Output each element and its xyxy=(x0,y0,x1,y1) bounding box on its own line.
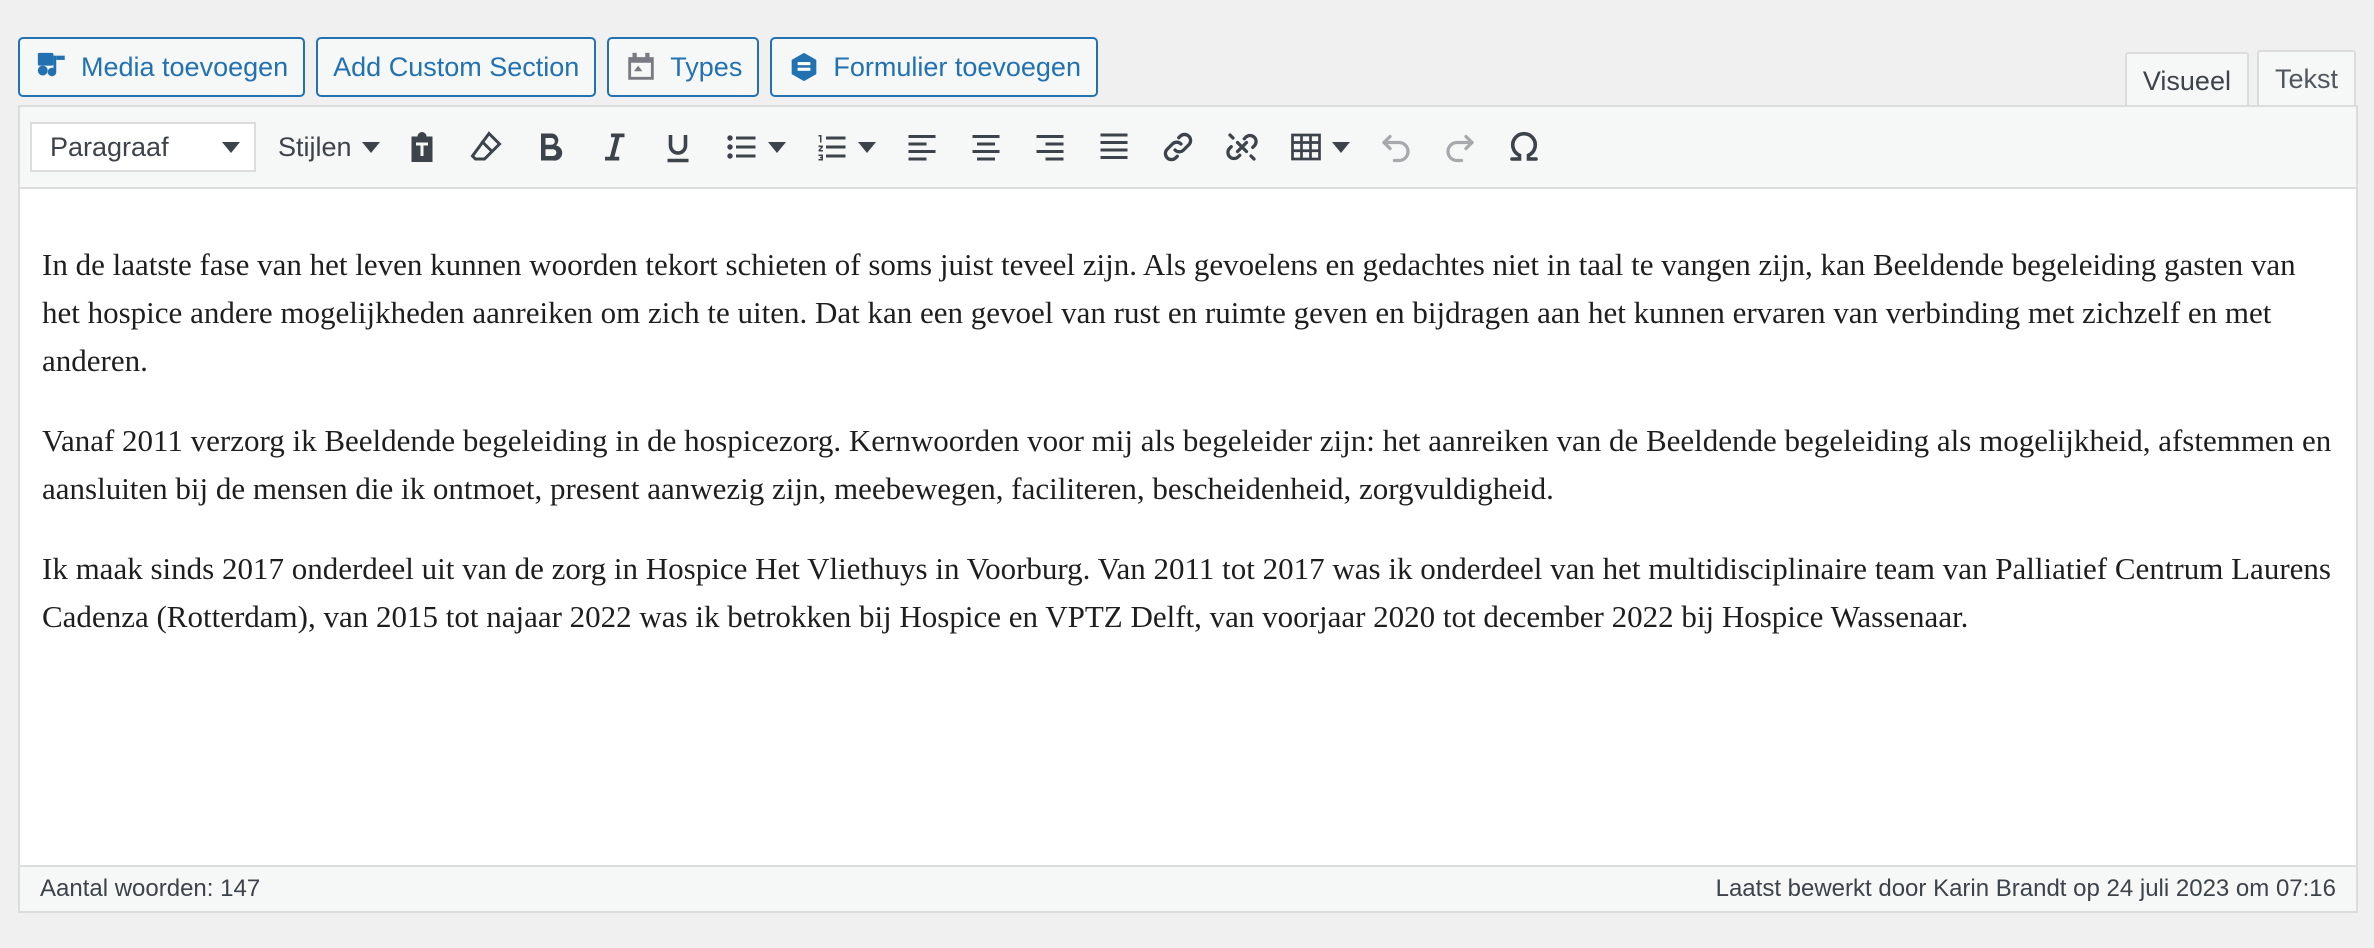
redo-icon xyxy=(1445,134,1474,163)
unlink-icon xyxy=(1225,133,1258,161)
styles-label: Stijlen xyxy=(278,131,352,162)
align-center-button[interactable] xyxy=(954,119,1018,175)
format-select-value: Paragraaf xyxy=(50,131,169,162)
omega-icon xyxy=(1509,131,1538,161)
media-buttons: Media toevoegen Add Custom Section Types… xyxy=(18,37,1098,97)
underline-button[interactable] xyxy=(646,119,710,175)
paste-icon xyxy=(411,132,433,162)
eraser-icon xyxy=(470,131,502,161)
add-media-label: Media toevoegen xyxy=(81,51,289,82)
tab-text[interactable]: Tekst xyxy=(2256,50,2356,106)
clear-formatting-button[interactable] xyxy=(454,119,518,175)
redo-button[interactable] xyxy=(1428,119,1492,175)
paste-as-text-button[interactable] xyxy=(390,119,454,175)
insert-link-button[interactable] xyxy=(1146,119,1210,175)
caret-down-icon[interactable] xyxy=(857,141,876,153)
add-media-button[interactable]: Media toevoegen xyxy=(18,37,306,97)
table-icon xyxy=(1290,133,1321,161)
add-custom-section-button[interactable]: Add Custom Section xyxy=(316,37,597,97)
add-custom-section-label: Add Custom Section xyxy=(333,51,580,82)
align-right-icon xyxy=(1036,135,1064,161)
editor-toolbar: Paragraaf Stijlen xyxy=(20,107,2356,189)
add-form-label: Formulier toevoegen xyxy=(833,51,1081,82)
caret-down-icon xyxy=(222,141,240,153)
media-icon xyxy=(37,52,65,77)
bullet-list-button[interactable] xyxy=(710,119,800,175)
content-paragraph[interactable]: Ik maak sinds 2017 onderdeel uit van de … xyxy=(42,545,2334,641)
table-button[interactable] xyxy=(1274,119,1364,175)
undo-button[interactable] xyxy=(1364,119,1428,175)
editor-tabs: Visueel Tekst xyxy=(2124,50,2356,108)
caret-down-icon[interactable] xyxy=(1331,141,1350,153)
types-label: Types xyxy=(670,51,743,82)
special-character-button[interactable] xyxy=(1492,119,1556,175)
form-icon xyxy=(792,52,817,82)
tab-visual[interactable]: Visueel xyxy=(2124,52,2249,108)
undo-icon xyxy=(1381,134,1410,163)
numbered-list-button[interactable] xyxy=(800,119,890,175)
editor-statusbar: Aantal woorden: 147 Laatst bewerkt door … xyxy=(20,865,2356,911)
caret-down-icon[interactable] xyxy=(767,141,786,153)
types-button[interactable]: Types xyxy=(607,37,760,97)
italic-icon xyxy=(604,133,625,161)
editor-content[interactable]: In de laatste fase van het leven kunnen … xyxy=(20,189,2356,641)
bullet-list-icon xyxy=(726,135,756,159)
format-select[interactable]: Paragraaf xyxy=(30,122,256,172)
align-left-icon xyxy=(908,135,936,161)
add-form-button[interactable]: Formulier toevoegen xyxy=(770,37,1098,97)
editor: Paragraaf Stijlen In de laatste fase van… xyxy=(18,105,2358,913)
word-count: Aantal woorden: 147 xyxy=(40,875,261,902)
justify-button[interactable] xyxy=(1082,119,1146,175)
justify-icon xyxy=(1100,133,1128,159)
link-icon xyxy=(1163,132,1192,162)
align-left-button[interactable] xyxy=(890,119,954,175)
caret-down-icon xyxy=(361,141,380,153)
bold-icon xyxy=(540,133,562,161)
numbered-list-icon xyxy=(818,135,846,161)
bold-button[interactable] xyxy=(518,119,582,175)
content-paragraph[interactable]: In de laatste fase van het leven kunnen … xyxy=(42,241,2334,385)
calendar-icon xyxy=(628,52,655,80)
align-right-button[interactable] xyxy=(1018,119,1082,175)
italic-button[interactable] xyxy=(582,119,646,175)
remove-link-button[interactable] xyxy=(1210,119,1274,175)
styles-dropdown[interactable]: Stijlen xyxy=(278,132,380,163)
content-paragraph[interactable]: Vanaf 2011 verzorg ik Beeldende begeleid… xyxy=(42,417,2334,513)
last-edited: Laatst bewerkt door Karin Brandt op 24 j… xyxy=(1715,875,2336,902)
align-center-icon xyxy=(972,135,1000,161)
underline-icon xyxy=(667,135,689,163)
